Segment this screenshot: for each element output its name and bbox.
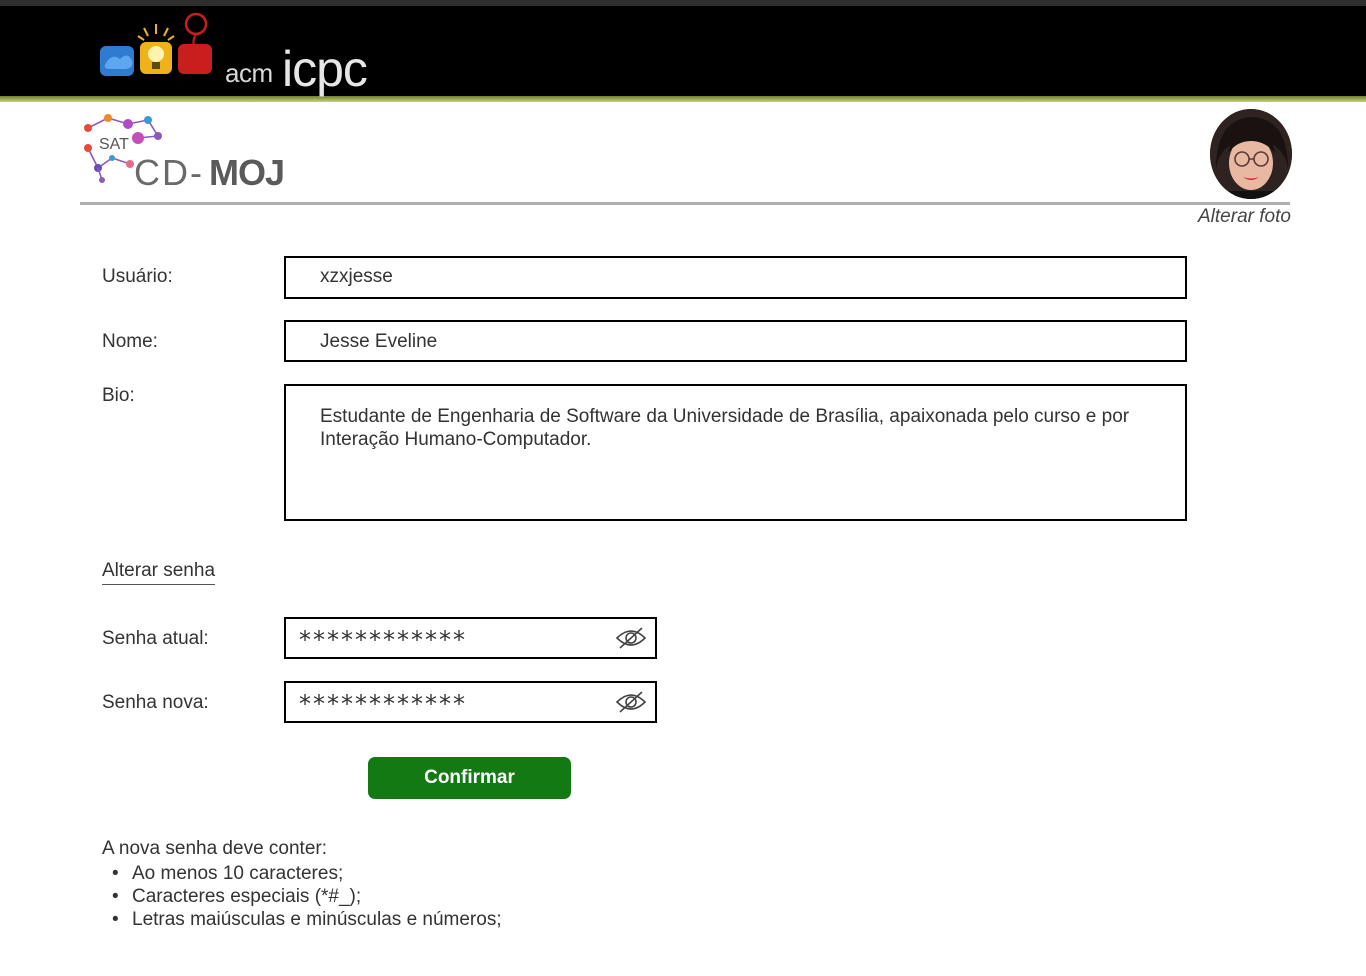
username-field[interactable]: xzxjesse <box>284 256 1187 299</box>
list-item: Caracteres especiais (*#_); <box>112 885 502 908</box>
logo-cd-text: CD- <box>134 152 204 193</box>
bio-value: Estudante de Engenharia de Software da U… <box>320 406 1130 450</box>
avatar[interactable] <box>1210 109 1292 199</box>
username-value: xzxjesse <box>320 266 393 287</box>
bio-label: Bio: <box>102 385 135 406</box>
change-photo-link[interactable]: Alterar foto <box>1198 206 1291 228</box>
change-password-link[interactable]: Alterar senha <box>102 560 216 585</box>
bio-textarea[interactable]: Estudante de Engenharia de Software da U… <box>284 384 1187 521</box>
acm-icpc-logo-icon <box>100 12 212 76</box>
profile-photo-icon <box>1210 109 1292 199</box>
list-item: Letras maiúsculas e minúsculas e números… <box>112 908 502 931</box>
current-password-field[interactable]: ************ <box>284 617 657 659</box>
list-item: Ao menos 10 caracteres; <box>112 862 502 885</box>
new-password-field[interactable]: ************ <box>284 681 657 723</box>
name-field[interactable]: Jesse Eveline <box>284 320 1187 362</box>
new-password-value: ************ <box>299 690 467 718</box>
name-value: Jesse Eveline <box>320 331 438 352</box>
password-rules-title: A nova senha deve conter: <box>102 838 327 859</box>
header-divider <box>80 202 1290 205</box>
eye-slash-icon[interactable] <box>615 690 647 714</box>
current-password-label: Senha atual: <box>102 628 209 649</box>
confirm-button[interactable]: Confirmar <box>368 757 571 799</box>
username-label: Usuário: <box>102 266 173 287</box>
banner-accent-line <box>0 96 1366 102</box>
current-password-value: ************ <box>299 626 467 654</box>
logo-sat-text: SAT <box>99 136 129 153</box>
name-label: Nome: <box>102 331 158 352</box>
password-rules-list: Ao menos 10 caracteres; Caracteres espec… <box>112 862 502 931</box>
eye-slash-icon[interactable] <box>615 626 647 650</box>
icpc-wordmark: icpc <box>282 41 368 97</box>
new-password-label: Senha nova: <box>102 692 209 713</box>
logo-moj-text: MOJ <box>209 152 285 193</box>
acm-wordmark: acm <box>225 58 273 88</box>
